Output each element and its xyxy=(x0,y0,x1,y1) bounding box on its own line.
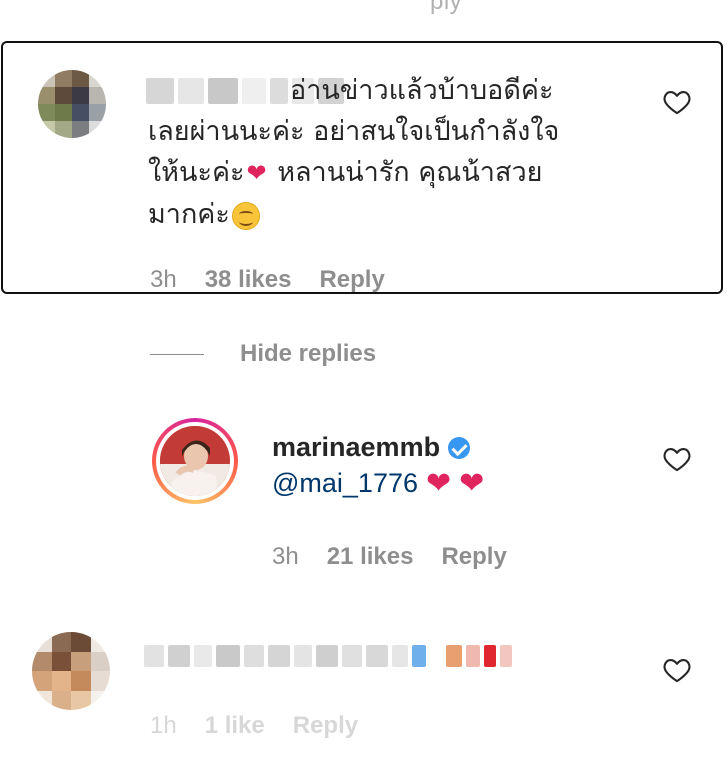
bottom-commenter-avatar-blurred[interactable] xyxy=(32,632,110,710)
bottom-comment-likes[interactable]: 1 like xyxy=(205,712,265,740)
comment-time: 3h xyxy=(150,266,177,293)
reply-like-heart-icon[interactable] xyxy=(663,446,691,472)
red-heart-emoji-icon: ❤ xyxy=(459,466,485,500)
comment-line-4: มากค่ะ xyxy=(148,194,618,235)
bottom-comment-meta: 1h 1 like Reply xyxy=(150,712,358,740)
bottom-like-heart-icon[interactable] xyxy=(663,657,691,683)
reply-username-text[interactable]: marinaemmb xyxy=(272,432,440,463)
heart-emoji-icon: ❤ xyxy=(246,159,267,187)
hide-replies-toggle[interactable]: Hide replies xyxy=(150,340,376,368)
comment-body: อ่านข่าวแล้วบ้าบอดีค่ะ เลยผ่านนะค่ะ อย่า… xyxy=(148,70,618,235)
reply-author-avatar[interactable] xyxy=(152,418,238,504)
like-heart-icon[interactable] xyxy=(663,89,691,115)
bottom-commenter-text-blurred xyxy=(144,645,512,667)
reply-body: @mai_1776 ❤ ❤ xyxy=(272,468,484,499)
bottom-comment-time: 1h xyxy=(150,712,177,739)
comment-line-3-start: ให้นะค่ะ xyxy=(148,157,245,188)
comment-meta: 3h 38 likes Reply xyxy=(150,266,385,294)
verified-badge-icon xyxy=(448,436,471,459)
comment-likes-count[interactable]: 38 likes xyxy=(205,266,292,294)
cropped-reply-link: ply xyxy=(430,0,463,15)
reply-reply-button[interactable]: Reply xyxy=(441,543,506,571)
comment-line-3-end: หลานน่ารัก คุณน้าสวย xyxy=(277,157,543,188)
reply-time: 3h xyxy=(272,543,299,570)
comment-line-3: ให้นะค่ะ❤ หลานน่ารัก คุณน้าสวย xyxy=(148,152,618,194)
reply-meta: 3h 21 likes Reply xyxy=(272,543,507,571)
smiling-face-emoji-icon xyxy=(231,201,260,230)
comment-line-4-text: มากค่ะ xyxy=(148,199,230,230)
commenter-avatar-blurred[interactable] xyxy=(38,70,106,138)
avatar-photo xyxy=(160,426,230,496)
bottom-comment-reply-button[interactable]: Reply xyxy=(293,712,358,740)
mention-link[interactable]: @mai_1776 xyxy=(272,468,418,499)
hide-replies-divider xyxy=(150,353,204,355)
comment-line-2: เลยผ่านนะค่ะ อย่าสนใจเป็นกำลังใจ xyxy=(148,116,560,147)
hide-replies-label[interactable]: Hide replies xyxy=(240,340,376,368)
comment-line-1: อ่านข่าวแล้วบ้าบอดีค่ะ xyxy=(290,75,554,106)
red-heart-emoji-icon: ❤ xyxy=(426,466,452,500)
reply-likes-count[interactable]: 21 likes xyxy=(327,543,414,571)
reply-author-name[interactable]: marinaemmb xyxy=(272,432,471,463)
comment-reply-button[interactable]: Reply xyxy=(319,266,384,294)
